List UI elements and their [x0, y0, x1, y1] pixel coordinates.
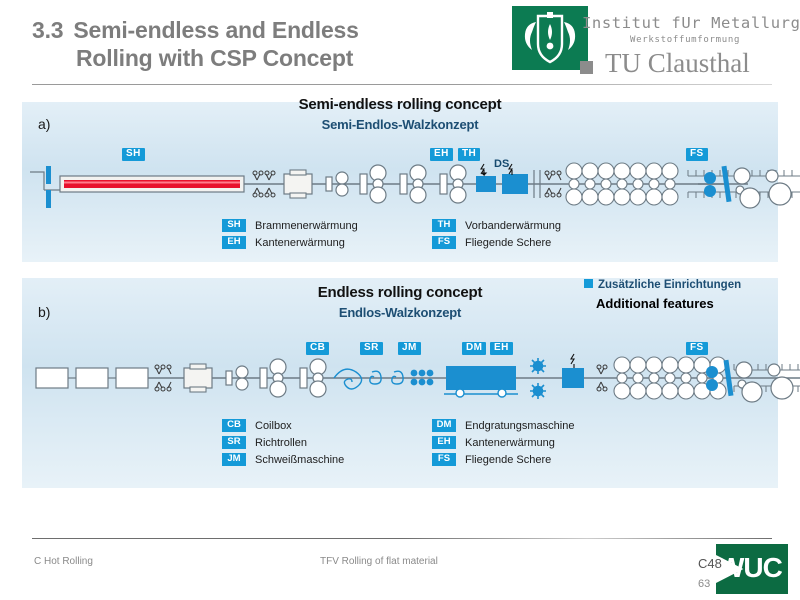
- wuc-logo: WUC: [716, 544, 788, 594]
- footer-left-text: C Hot Rolling: [34, 556, 93, 567]
- legend-value: Endgratungsmaschine: [465, 419, 575, 432]
- legend-key: CB: [222, 419, 246, 432]
- legend-item: EH Kantenerwärmung: [222, 235, 358, 250]
- logo-institute-name: Institut fUr Metallurg: [582, 14, 800, 32]
- legend-key: DM: [432, 419, 456, 432]
- legend-item: SR Richtrollen: [222, 435, 344, 450]
- legend-key: EH: [432, 436, 456, 449]
- legend-value: Schweißmaschine: [255, 453, 345, 466]
- legend-item: EH Kantenerwärmung: [432, 435, 574, 450]
- institute-logo: Institut fUr Metallurg Werkstoffumformun…: [512, 4, 800, 82]
- legend-key: SR: [222, 436, 246, 449]
- footer-slide-code: C48: [698, 556, 722, 571]
- legend-item: TH Vorbanderwärmung: [432, 218, 561, 233]
- legend-key: SH: [222, 219, 246, 232]
- tu-clausthal-crest-icon: [512, 6, 588, 70]
- logo-department-name: Werkstoffumformung: [630, 35, 741, 45]
- legend-key: JM: [222, 453, 246, 466]
- figure-a-panel: a) Semi-endless rolling concept Semi-End…: [22, 96, 800, 262]
- legend-value: Vorbanderwärmung: [465, 219, 562, 232]
- figure-b-legend-right: DM Endgratungsmaschine EH Kantenerwärmun…: [432, 418, 574, 469]
- figure-a-heading-de: Semi-Endlos-Walzkonzept: [321, 117, 479, 132]
- logo-university-name: TU Clausthal: [605, 48, 750, 78]
- additional-features-en: Additional features: [596, 296, 714, 311]
- title-number: 3.3: [32, 17, 64, 43]
- figure-a-heading-en: Semi-endless rolling concept: [298, 96, 502, 113]
- legend-key: FS: [432, 453, 456, 466]
- legend-value: Kantenerwärmung: [465, 436, 555, 449]
- legend-value: Fliegende Schere: [465, 453, 552, 466]
- footer-divider: [32, 538, 772, 539]
- legend-value: Richtrollen: [255, 436, 307, 449]
- legend-key: TH: [432, 219, 456, 232]
- legend-item: SH Brammenerwärmung: [222, 218, 358, 233]
- legend-item: FS Fliegende Schere: [432, 235, 561, 250]
- wuc-logo-text: WUC: [718, 552, 783, 583]
- additional-features-swatch-icon: [584, 279, 593, 288]
- title-line-2: Rolling with CSP Concept: [76, 45, 354, 72]
- legend-item: JM Schweißmaschine: [222, 452, 344, 467]
- legend-key: FS: [432, 236, 456, 249]
- footer-page-number: 63: [698, 578, 711, 590]
- legend-value: Coilbox: [255, 419, 292, 432]
- additional-features-callout: Zusätzliche Einrichtungen Additional fea…: [584, 279, 741, 311]
- figure-a-legend-left: SH Brammenerwärmung EH Kantenerwärmung: [222, 218, 358, 252]
- additional-features-de-text: Zusätzliche Einrichtungen: [598, 279, 742, 291]
- crest-shield-icon: [524, 12, 576, 64]
- logo-square-icon: [580, 61, 593, 74]
- page-title: 3.3 Semi-endless and Endless Rolling with…: [32, 16, 462, 72]
- figure-b-legend-left: CB Coilbox SR Richtrollen JM Schweißmasc…: [222, 418, 344, 469]
- figure-b-cooling-and-coilers: [706, 359, 800, 403]
- footer-center-text: TFV Rolling of flat material: [320, 556, 438, 567]
- slide-canvas: 3.3 Semi-endless and Endless Rolling with…: [0, 0, 800, 600]
- figure-a-coiler-group: [698, 165, 792, 209]
- legend-item: FS Fliegende Schere: [432, 452, 574, 467]
- title-line-1: Semi-endless and Endless: [73, 17, 359, 43]
- legend-item: CB Coilbox: [222, 418, 344, 433]
- legend-value: Fliegende Schere: [465, 236, 552, 249]
- figure-a-legend-right: TH Vorbanderwärmung FS Fliegende Schere: [432, 218, 561, 252]
- legend-value: Brammenerwärmung: [255, 219, 358, 232]
- legend-item: DM Endgratungsmaschine: [432, 418, 574, 433]
- title-divider: [32, 84, 772, 85]
- additional-features-de: Zusätzliche Einrichtungen: [584, 279, 741, 291]
- legend-key: EH: [222, 236, 246, 249]
- legend-value: Kantenerwärmung: [255, 236, 345, 249]
- figure-a-process-diagram: [30, 162, 800, 208]
